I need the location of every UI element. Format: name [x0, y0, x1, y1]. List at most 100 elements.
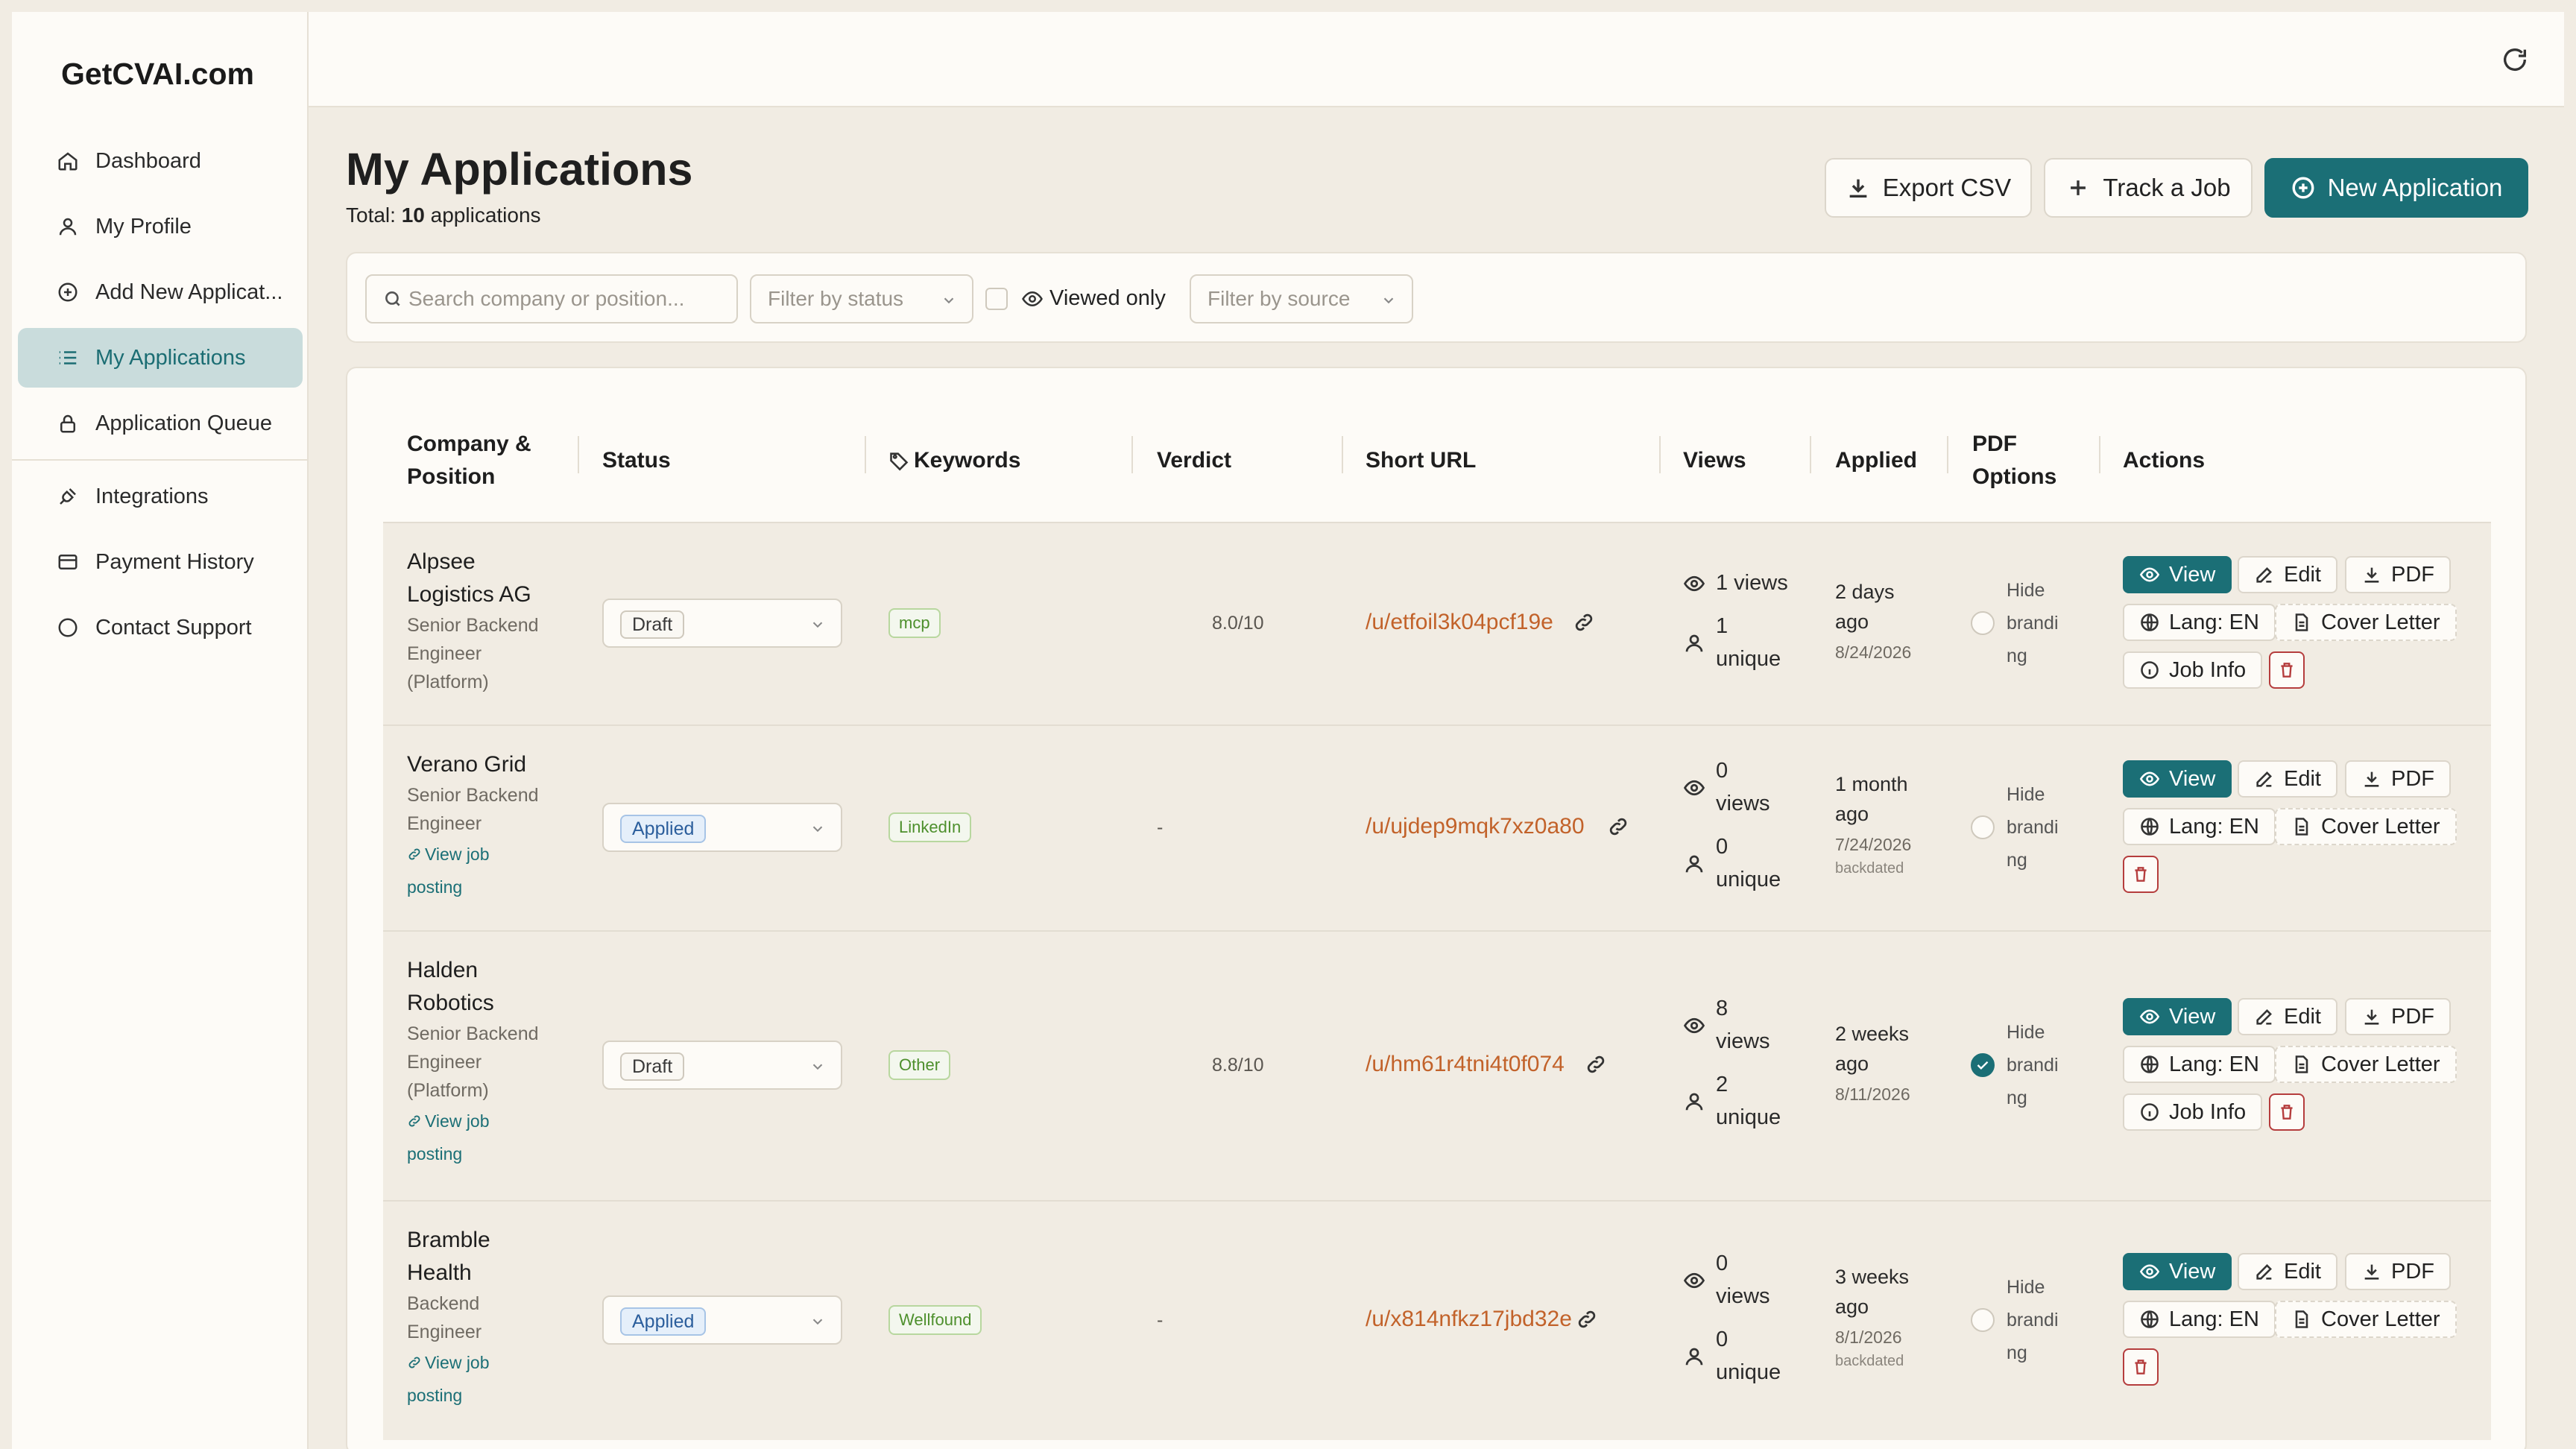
viewed-only-checkbox[interactable] — [985, 288, 1008, 310]
pdf-button[interactable]: PDF — [2345, 556, 2451, 593]
sidebar-item-label: Integrations — [95, 484, 209, 508]
edit-button[interactable]: Edit — [2238, 556, 2337, 593]
column-header-keywords[interactable]: Keywords — [888, 444, 1020, 477]
edit-button[interactable]: Edit — [2238, 760, 2337, 798]
search-input-wrap[interactable] — [365, 274, 738, 323]
sidebar-item-dashboard[interactable]: Dashboard — [18, 131, 303, 191]
sidebar-item-my-applications[interactable]: My Applications — [18, 328, 303, 388]
view-button[interactable]: View — [2123, 760, 2232, 798]
unique-count: unique — [1716, 647, 1781, 671]
delete-button[interactable] — [2123, 856, 2159, 893]
column-header-actions[interactable]: Actions — [2123, 444, 2205, 477]
chevron-down-icon — [812, 826, 823, 833]
short-url-link[interactable]: /u/hm61r4tni4t0f074 — [1366, 1052, 1565, 1077]
hide-branding-checkbox[interactable] — [1971, 1053, 1995, 1077]
hide-branding-checkbox[interactable] — [1971, 1308, 1995, 1332]
delete-button[interactable] — [2123, 1348, 2159, 1386]
hide-branding-label: Hide brandi ng — [2007, 1271, 2059, 1369]
company-name: Logistics AG — [407, 582, 531, 607]
link-icon — [1587, 1055, 1605, 1073]
column-header-short-url[interactable]: Short URL — [1366, 444, 1476, 477]
language-button[interactable]: Lang: EN — [2123, 1301, 2276, 1338]
job-info-button[interactable]: Job Info — [2123, 1093, 2263, 1131]
plus-circle-icon — [55, 280, 80, 305]
company-name: Alpsee — [407, 549, 476, 574]
column-header-verdict[interactable]: Verdict — [1157, 444, 1231, 477]
cover-letter-button[interactable]: Cover Letter — [2275, 1301, 2457, 1338]
unique-cell: 1 unique — [1716, 610, 1781, 675]
sidebar-item-contact-support[interactable]: Contact Support — [18, 598, 303, 657]
cover-letter-button[interactable]: Cover Letter — [2275, 604, 2457, 641]
view-job-posting-link-cont[interactable]: posting — [407, 1379, 571, 1412]
hide-branding-label: Hide brandi ng — [2007, 778, 2059, 877]
search-input[interactable] — [408, 287, 736, 311]
view-button[interactable]: View — [2123, 556, 2232, 593]
view-job-posting-link[interactable]: View job — [407, 1346, 571, 1379]
sidebar-item-integrations[interactable]: Integrations — [18, 467, 303, 526]
language-button[interactable]: Lang: EN — [2123, 808, 2276, 845]
unique-cell: 0 unique — [1716, 1323, 1781, 1389]
short-url-link[interactable]: /u/etfoil3k04pcf19e — [1366, 610, 1553, 635]
job-info-button[interactable]: Job Info — [2123, 651, 2263, 689]
short-url-link[interactable]: /u/x814nfkz17jbd32e — [1366, 1307, 1572, 1332]
brand-logo[interactable]: GetCVAI.com — [61, 57, 254, 92]
globe-icon — [2141, 1310, 2159, 1328]
view-job-posting-link-cont[interactable]: posting — [407, 871, 571, 903]
column-header-pdf-options[interactable]: PDF Options — [1972, 428, 2056, 493]
status-select[interactable]: Draft — [602, 1041, 842, 1090]
column-header-pdf-line2: Options — [1972, 464, 2057, 489]
cover-letter-button[interactable]: Cover Letter — [2275, 1046, 2457, 1083]
pdf-button[interactable]: PDF — [2345, 1253, 2451, 1290]
copy-link-button[interactable] — [1607, 815, 1629, 838]
language-button[interactable]: Lang: EN — [2123, 604, 2276, 641]
view-job-posting-link[interactable]: View job — [407, 838, 571, 871]
view-job-posting-link-cont[interactable]: posting — [407, 1137, 571, 1170]
cover-letter-button[interactable]: Cover Letter — [2275, 808, 2457, 845]
sidebar-item-application-queue[interactable]: Application Queue — [18, 394, 303, 453]
view-button[interactable]: View — [2123, 1253, 2232, 1290]
language-button[interactable]: Lang: EN — [2123, 1046, 2276, 1083]
column-divider — [1659, 436, 1661, 473]
delete-button[interactable] — [2269, 651, 2305, 689]
column-header-company[interactable]: Company & Position — [407, 428, 531, 493]
copy-link-button[interactable] — [1585, 1053, 1607, 1076]
sidebar-item-my-profile[interactable]: My Profile — [18, 197, 303, 256]
track-job-button[interactable]: Track a Job — [2044, 158, 2253, 218]
download-icon — [2364, 771, 2379, 787]
source-filter-select[interactable]: Filter by source — [1190, 274, 1413, 323]
column-header-status[interactable]: Status — [602, 444, 671, 477]
short-url-link[interactable]: /u/ujdep9mqk7xz0a80 — [1366, 814, 1585, 839]
new-application-button[interactable]: New Application — [2264, 158, 2528, 218]
edit-button[interactable]: Edit — [2238, 1253, 2337, 1290]
pdf-button[interactable]: PDF — [2345, 760, 2451, 798]
column-header-applied[interactable]: Applied — [1835, 444, 1917, 477]
hide-branding-checkbox[interactable] — [1971, 815, 1995, 839]
copy-link-button[interactable] — [1573, 611, 1595, 634]
column-divider — [1131, 436, 1133, 473]
sidebar-item-payment-history[interactable]: Payment History — [18, 532, 303, 592]
status-select[interactable]: Draft — [602, 599, 842, 648]
delete-button[interactable] — [2269, 1093, 2305, 1131]
views-icon — [1683, 777, 1705, 799]
view-job-posting-link[interactable]: View job — [407, 1105, 571, 1137]
edit-icon — [2256, 1264, 2272, 1280]
sidebar-item-add-new-application[interactable]: Add New Applicat... — [18, 262, 303, 322]
status-select[interactable]: Applied — [602, 1295, 842, 1345]
applied-date: 7/24/2026 — [1835, 835, 1912, 854]
info-icon — [2141, 661, 2159, 679]
export-csv-button[interactable]: Export CSV — [1825, 158, 2032, 218]
applied-relative: ago — [1835, 610, 1869, 633]
edit-button[interactable]: Edit — [2238, 998, 2337, 1035]
viewed-only-label[interactable]: Viewed only — [1049, 286, 1166, 311]
hide-branding-checkbox[interactable] — [1971, 611, 1995, 635]
pdf-button[interactable]: PDF — [2345, 998, 2451, 1035]
source-filter-placeholder: Filter by source — [1208, 287, 1351, 310]
total-suffix: applications — [430, 203, 541, 227]
applied-cell: 1 month ago — [1835, 769, 1908, 829]
column-header-views[interactable]: Views — [1683, 444, 1746, 477]
status-filter-select[interactable]: Filter by status — [750, 274, 973, 323]
copy-link-button[interactable] — [1576, 1308, 1598, 1330]
refresh-icon[interactable] — [2500, 45, 2530, 75]
view-button[interactable]: View — [2123, 998, 2232, 1035]
status-select[interactable]: Applied — [602, 803, 842, 852]
